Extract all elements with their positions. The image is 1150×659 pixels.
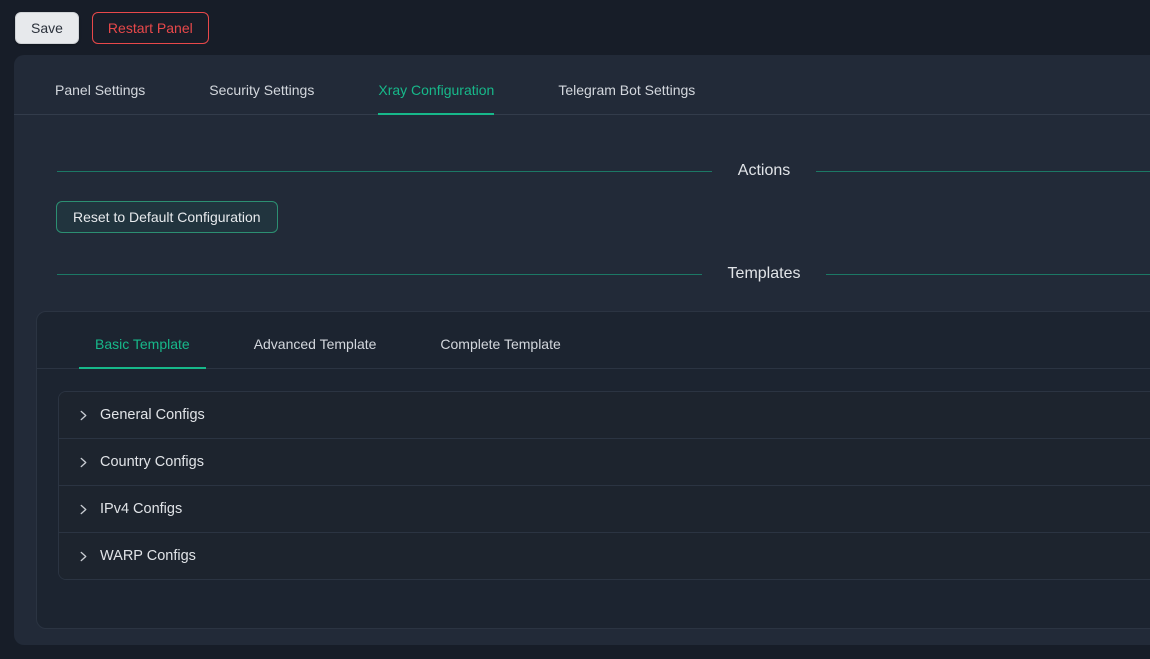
save-button[interactable]: Save: [15, 12, 79, 44]
reset-default-configuration-button[interactable]: Reset to Default Configuration: [56, 201, 278, 233]
tab-complete-template[interactable]: Complete Template: [424, 336, 576, 368]
templates-card: Basic Template Advanced Template Complet…: [36, 311, 1150, 629]
tab-telegram-bot-settings[interactable]: Telegram Bot Settings: [558, 82, 695, 114]
templates-section-title: Templates: [728, 265, 801, 283]
xray-settings-page: Save Restart Panel Panel Settings Securi…: [0, 0, 1150, 659]
settings-tab-bar: Panel Settings Security Settings Xray Co…: [14, 55, 1150, 115]
settings-card: Panel Settings Security Settings Xray Co…: [14, 55, 1150, 645]
collapse-panel-label: IPv4 Configs: [100, 501, 182, 517]
chevron-right-icon: [77, 550, 89, 562]
top-toolbar: Save Restart Panel: [0, 0, 1150, 55]
collapse-panel-ipv4-configs[interactable]: IPv4 Configs: [59, 486, 1150, 533]
tab-basic-template[interactable]: Basic Template: [79, 336, 206, 369]
collapse-panel-label: Country Configs: [100, 454, 204, 470]
tab-security-settings[interactable]: Security Settings: [209, 82, 314, 114]
collapse-panel-label: WARP Configs: [100, 548, 196, 564]
chevron-right-icon: [77, 409, 89, 421]
collapse-panel-warp-configs[interactable]: WARP Configs: [59, 533, 1150, 579]
chevron-right-icon: [77, 456, 89, 468]
restart-panel-button[interactable]: Restart Panel: [92, 12, 209, 44]
collapse-panel-general-configs[interactable]: General Configs: [59, 392, 1150, 439]
actions-section-divider: Actions: [57, 162, 1150, 180]
tab-xray-configuration[interactable]: Xray Configuration: [378, 82, 494, 115]
template-config-collapse: General Configs Country Configs: [58, 391, 1150, 580]
tab-advanced-template[interactable]: Advanced Template: [238, 336, 393, 368]
chevron-right-icon: [77, 503, 89, 515]
collapse-panel-label: General Configs: [100, 407, 205, 423]
actions-section-title: Actions: [738, 162, 790, 180]
tab-panel-settings[interactable]: Panel Settings: [55, 82, 145, 114]
collapse-panel-country-configs[interactable]: Country Configs: [59, 439, 1150, 486]
templates-section-divider: Templates: [57, 265, 1150, 283]
template-tab-bar: Basic Template Advanced Template Complet…: [37, 312, 1150, 369]
